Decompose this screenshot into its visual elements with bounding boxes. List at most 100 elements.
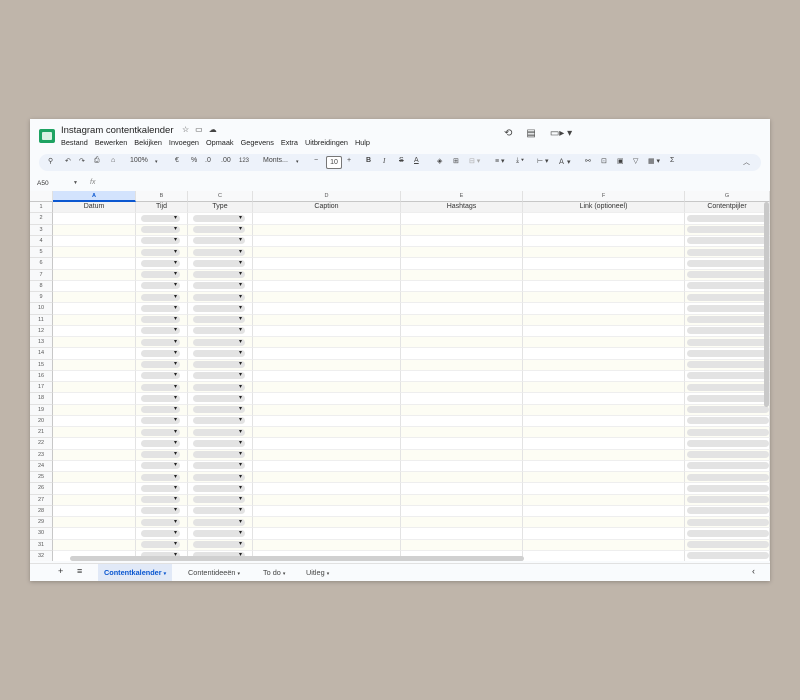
table-cell[interactable] <box>253 494 401 506</box>
table-cell[interactable] <box>136 247 188 259</box>
row-header[interactable]: 24 <box>30 460 53 472</box>
table-cell[interactable] <box>523 550 685 561</box>
table-cell[interactable] <box>685 460 770 472</box>
table-cell[interactable] <box>685 505 770 517</box>
table-cell[interactable] <box>188 415 253 427</box>
table-cell[interactable] <box>253 337 401 349</box>
table-cell[interactable] <box>188 505 253 517</box>
table-cell[interactable] <box>188 438 253 450</box>
table-cell[interactable] <box>136 404 188 416</box>
table-cell[interactable] <box>253 404 401 416</box>
table-cell[interactable] <box>523 213 685 225</box>
borders-icon[interactable]: ⊞ <box>453 157 459 165</box>
table-cell[interactable] <box>188 337 253 349</box>
table-cell[interactable] <box>136 303 188 315</box>
table-cell[interactable] <box>253 472 401 484</box>
table-cell[interactable] <box>685 483 770 495</box>
table-cell[interactable] <box>188 517 253 529</box>
table-cell[interactable] <box>136 314 188 326</box>
table-cell[interactable] <box>253 438 401 450</box>
table-cell[interactable] <box>136 517 188 529</box>
row-header[interactable]: 26 <box>30 483 53 495</box>
dropdown-chip[interactable] <box>687 496 769 503</box>
row-header[interactable]: 6 <box>30 258 53 270</box>
number-format-button[interactable]: 123 <box>239 158 249 164</box>
row-header[interactable]: 2 <box>30 213 53 225</box>
table-cell[interactable] <box>188 235 253 247</box>
dropdown-chip[interactable] <box>141 506 180 515</box>
table-cell[interactable] <box>53 393 136 405</box>
dropdown-chip[interactable] <box>687 327 769 335</box>
row-header[interactable]: 5 <box>30 247 53 259</box>
menu-invoegen[interactable]: Invoegen <box>169 138 199 147</box>
table-cell[interactable] <box>685 224 770 236</box>
table-cell[interactable] <box>523 303 685 315</box>
dropdown-chip[interactable] <box>193 348 245 358</box>
dropdown-chip[interactable] <box>193 292 245 302</box>
table-cell[interactable] <box>253 325 401 337</box>
table-cell[interactable] <box>188 528 253 540</box>
dropdown-chip[interactable] <box>193 528 245 538</box>
table-cell[interactable] <box>136 370 188 382</box>
table-cell[interactable] <box>53 224 136 236</box>
row-header[interactable]: 13 <box>30 337 53 349</box>
menu-opmaak[interactable]: Opmaak <box>206 138 234 147</box>
horizontal-scrollbar[interactable] <box>70 556 524 561</box>
dropdown-chip[interactable] <box>687 552 769 560</box>
dropdown-chip[interactable] <box>141 472 180 482</box>
text-wrapping-icon[interactable]: ⊢ ▾ <box>537 157 549 165</box>
dropdown-chip[interactable] <box>687 383 769 391</box>
table-cell[interactable] <box>53 247 136 259</box>
table-cell[interactable] <box>253 213 401 225</box>
row-header[interactable]: 17 <box>30 382 53 394</box>
table-cell[interactable] <box>136 359 188 371</box>
table-cell[interactable] <box>136 427 188 439</box>
table-cell[interactable] <box>401 393 523 405</box>
table-cell[interactable] <box>401 303 523 315</box>
table-cell[interactable] <box>253 224 401 236</box>
table-cell[interactable] <box>523 427 685 439</box>
name-box[interactable]: A50 <box>37 180 49 187</box>
dropdown-chip[interactable] <box>687 394 769 402</box>
table-cell[interactable] <box>685 427 770 439</box>
table-cell[interactable] <box>685 247 770 259</box>
row-header[interactable]: 8 <box>30 280 53 292</box>
row-header[interactable]: 16 <box>30 370 53 382</box>
dropdown-chip[interactable] <box>141 382 180 392</box>
table-cell[interactable] <box>188 269 253 281</box>
dropdown-chip[interactable] <box>687 237 769 245</box>
dropdown-chip[interactable] <box>141 292 180 302</box>
table-cell[interactable] <box>136 292 188 304</box>
table-cell[interactable] <box>401 292 523 304</box>
table-cell[interactable] <box>53 314 136 326</box>
table-cell[interactable] <box>253 370 401 382</box>
dropdown-chip[interactable] <box>687 417 769 425</box>
table-cell[interactable] <box>401 247 523 259</box>
table-cell[interactable] <box>401 235 523 247</box>
menu-gegevens[interactable]: Gegevens <box>241 138 274 147</box>
dropdown-chip[interactable] <box>141 360 180 369</box>
row-header[interactable]: 19 <box>30 404 53 416</box>
table-cell[interactable] <box>253 449 401 461</box>
table-cell[interactable] <box>685 449 770 461</box>
table-cell[interactable] <box>523 449 685 461</box>
dropdown-chip[interactable] <box>193 483 245 493</box>
sheet-tab-contentkalender[interactable]: Contentkalender ▾ <box>98 564 173 581</box>
table-cell[interactable] <box>53 494 136 506</box>
table-cell[interactable] <box>136 505 188 517</box>
dropdown-chip[interactable] <box>141 405 180 414</box>
select-all-corner[interactable] <box>30 191 53 202</box>
table-cell[interactable] <box>188 449 253 461</box>
table-cell[interactable] <box>401 472 523 484</box>
table-cell[interactable] <box>136 280 188 292</box>
dropdown-chip[interactable] <box>141 461 180 470</box>
table-cell[interactable] <box>401 224 523 236</box>
table-cell[interactable] <box>401 348 523 360</box>
video-call-icon[interactable]: ▭▸ ▾ <box>550 128 572 139</box>
zoom-select[interactable]: 100% <box>130 157 148 164</box>
table-cell[interactable] <box>136 224 188 236</box>
table-cell[interactable] <box>401 325 523 337</box>
table-cell[interactable] <box>523 235 685 247</box>
table-cell[interactable] <box>685 359 770 371</box>
table-cell[interactable] <box>188 325 253 337</box>
